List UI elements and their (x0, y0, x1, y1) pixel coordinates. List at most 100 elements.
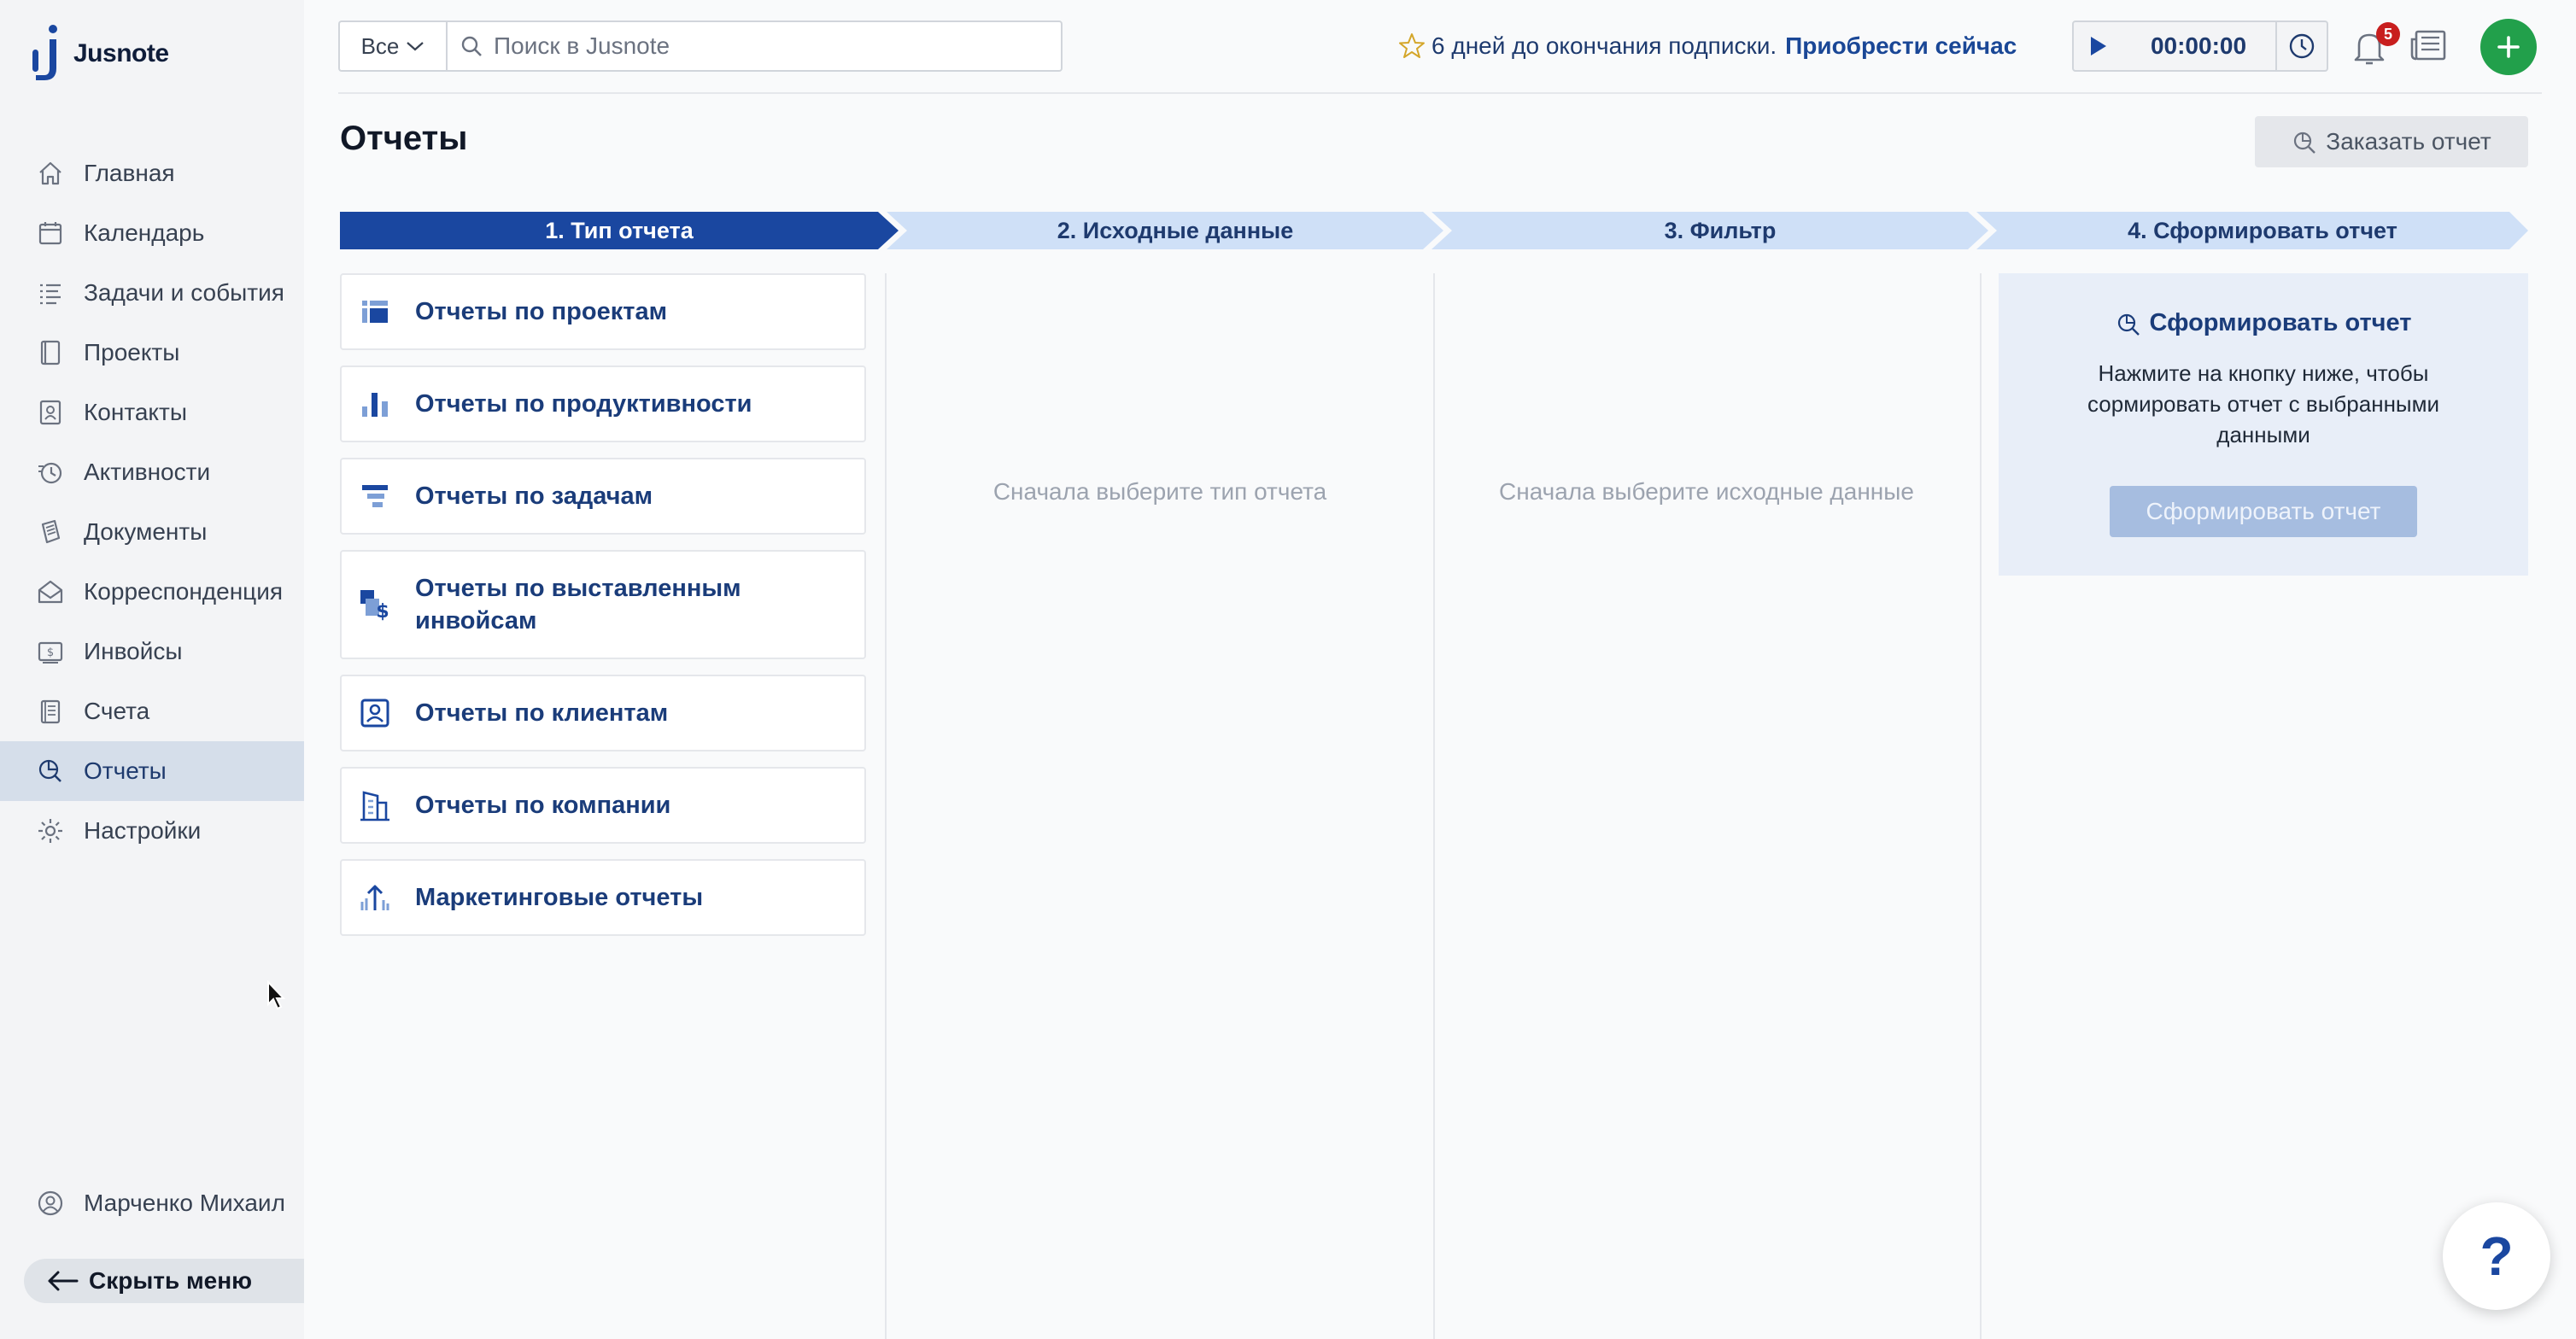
sidebar-item-home[interactable]: Главная (0, 143, 304, 203)
generate-report-panel: Сформировать отчет Нажмите на кнопку ниж… (1999, 273, 2528, 576)
search-icon (461, 36, 482, 56)
activities-icon (36, 458, 65, 487)
generate-description: Нажмите на кнопку ниже, чтобы сормироват… (2087, 360, 2440, 447)
reports-icon (36, 757, 65, 786)
add-new-button[interactable] (2480, 19, 2537, 75)
timer-play-button[interactable] (2074, 22, 2122, 70)
report-type-projects[interactable]: Отчеты по проектам (340, 273, 866, 350)
top-divider (338, 92, 2542, 94)
report-type-label: Отчеты по клиентам (415, 699, 669, 727)
hide-menu-label: Скрыть меню (89, 1267, 253, 1294)
chevron-down-icon (407, 42, 424, 51)
news-button[interactable] (2409, 27, 2451, 67)
search-scope-dropdown[interactable]: Все (338, 20, 446, 72)
sidebar-item-label: Документы (84, 518, 208, 545)
sidebar-item-invoices[interactable]: $ Инвойсы (0, 622, 304, 681)
sidebar-item-activities[interactable]: Активности (0, 442, 304, 502)
buy-now-link[interactable]: Приобрести сейчас (1785, 32, 2017, 60)
contacts-icon (36, 398, 65, 427)
sidebar-item-label: Календарь (84, 219, 205, 246)
search-input[interactable] (494, 32, 1006, 60)
page-title: Отчеты (340, 120, 468, 157)
top-bar: Все 6 дней до окончания подписки. Приобр… (338, 19, 2542, 75)
order-report-label: Заказать отчет (2326, 128, 2491, 155)
step-generate[interactable]: 4. Сформировать отчет (1997, 212, 2528, 249)
marketing-icon (357, 880, 393, 915)
search-scope-label: Все (360, 32, 400, 59)
user-profile[interactable]: Марченко Михаил (36, 1189, 285, 1218)
home-icon (36, 159, 65, 188)
sidebar-nav: Главная Календарь Задачи и события Проек… (0, 143, 304, 861)
app-logo[interactable]: Jusnote (31, 24, 169, 84)
step-source-data[interactable]: 2. Исходные данные (907, 212, 1443, 249)
timer-value: 00:00:00 (2150, 32, 2247, 59)
report-type-invoices[interactable]: $ Отчеты по выставленным инвойсам (340, 550, 866, 659)
invoice-dollar-icon: $ (357, 587, 393, 623)
help-button[interactable]: ? (2443, 1202, 2550, 1310)
sidebar-item-projects[interactable]: Проекты (0, 323, 304, 383)
report-order-icon (2294, 132, 2316, 154)
notifications-button[interactable]: 5 (2351, 22, 2400, 68)
svg-text:$: $ (376, 601, 389, 623)
report-type-label: Отчеты по выставленным инвойсам (415, 575, 741, 634)
report-type-label: Отчеты по компании (415, 792, 671, 819)
notification-count-badge: 5 (2376, 22, 2400, 46)
sidebar-item-calendar[interactable]: Календарь (0, 203, 304, 263)
generate-title: Сформировать отчет (2116, 309, 2412, 337)
report-type-company[interactable]: Отчеты по компании (340, 767, 866, 844)
sidebar-item-documents[interactable]: Документы (0, 502, 304, 562)
report-icon (2117, 313, 2140, 336)
invoices-icon: $ (36, 637, 65, 666)
generate-title-text: Сформировать отчет (2149, 309, 2412, 336)
step-filter[interactable]: 3. Фильтр (1452, 212, 1988, 249)
history-icon (2289, 33, 2315, 59)
plus-icon (2497, 36, 2520, 58)
sidebar-item-contacts[interactable]: Контакты (0, 383, 304, 442)
sidebar-item-label: Задачи и события (84, 279, 284, 306)
generate-report-button[interactable]: Сформировать отчет (2110, 486, 2417, 537)
report-type-clients[interactable]: Отчеты по клиентам (340, 675, 866, 751)
tasks-report-icon (357, 478, 393, 514)
source-data-placeholder: Сначала выберите тип отчета (992, 478, 1327, 505)
search-box (446, 20, 1063, 72)
report-type-label: Отчеты по проектам (415, 298, 668, 325)
sidebar-item-label: Контакты (84, 399, 187, 425)
sidebar-item-label: Корреспонденция (84, 578, 284, 605)
sidebar-item-label: Активности (84, 459, 211, 485)
user-avatar-icon (36, 1189, 65, 1218)
mouse-cursor-icon (267, 980, 286, 1010)
sidebar-item-accounts[interactable]: Счета (0, 681, 304, 741)
arrow-left-icon (48, 1271, 79, 1291)
report-type-productivity[interactable]: Отчеты по продуктивности (340, 365, 866, 442)
calendar-icon (36, 219, 65, 248)
tasks-icon (36, 278, 65, 307)
column-divider (1980, 273, 1982, 1339)
settings-icon (36, 816, 65, 845)
correspondence-icon (36, 577, 65, 606)
sidebar-item-label: Счета (84, 698, 150, 724)
projects-icon (36, 338, 65, 367)
column-divider (1433, 273, 1435, 1339)
projects-report-icon (357, 294, 393, 330)
sidebar-item-settings[interactable]: Настройки (0, 801, 304, 861)
jusnote-logo-icon (32, 25, 57, 80)
documents-icon (36, 517, 65, 547)
order-report-button[interactable]: Заказать отчет (2255, 116, 2528, 167)
report-wizard-stepper: 1. Тип отчета 2. Исходные данные 3. Филь… (340, 212, 2528, 249)
newspaper-icon (2410, 30, 2446, 61)
sidebar-item-reports[interactable]: Отчеты (0, 741, 304, 801)
report-type-marketing[interactable]: Маркетинговые отчеты (340, 859, 866, 936)
step-type[interactable]: 1. Тип отчета (340, 212, 899, 249)
filter-placeholder: Сначала выберите исходные данные (1499, 478, 1914, 505)
report-type-label: Отчеты по задачам (415, 482, 653, 510)
timer-history-button[interactable] (2275, 22, 2327, 70)
report-type-tasks[interactable]: Отчеты по задачам (340, 458, 866, 535)
star-icon (1399, 33, 1425, 58)
sidebar-item-correspondence[interactable]: Корреспонденция (0, 562, 304, 622)
report-type-label: Отчеты по продуктивности (415, 390, 752, 418)
sidebar-item-label: Главная (84, 160, 175, 186)
column-divider (885, 273, 887, 1339)
hide-menu-button[interactable]: Скрыть меню (24, 1259, 304, 1303)
sidebar-item-tasks[interactable]: Задачи и события (0, 263, 304, 323)
bar-chart-icon (357, 386, 393, 422)
